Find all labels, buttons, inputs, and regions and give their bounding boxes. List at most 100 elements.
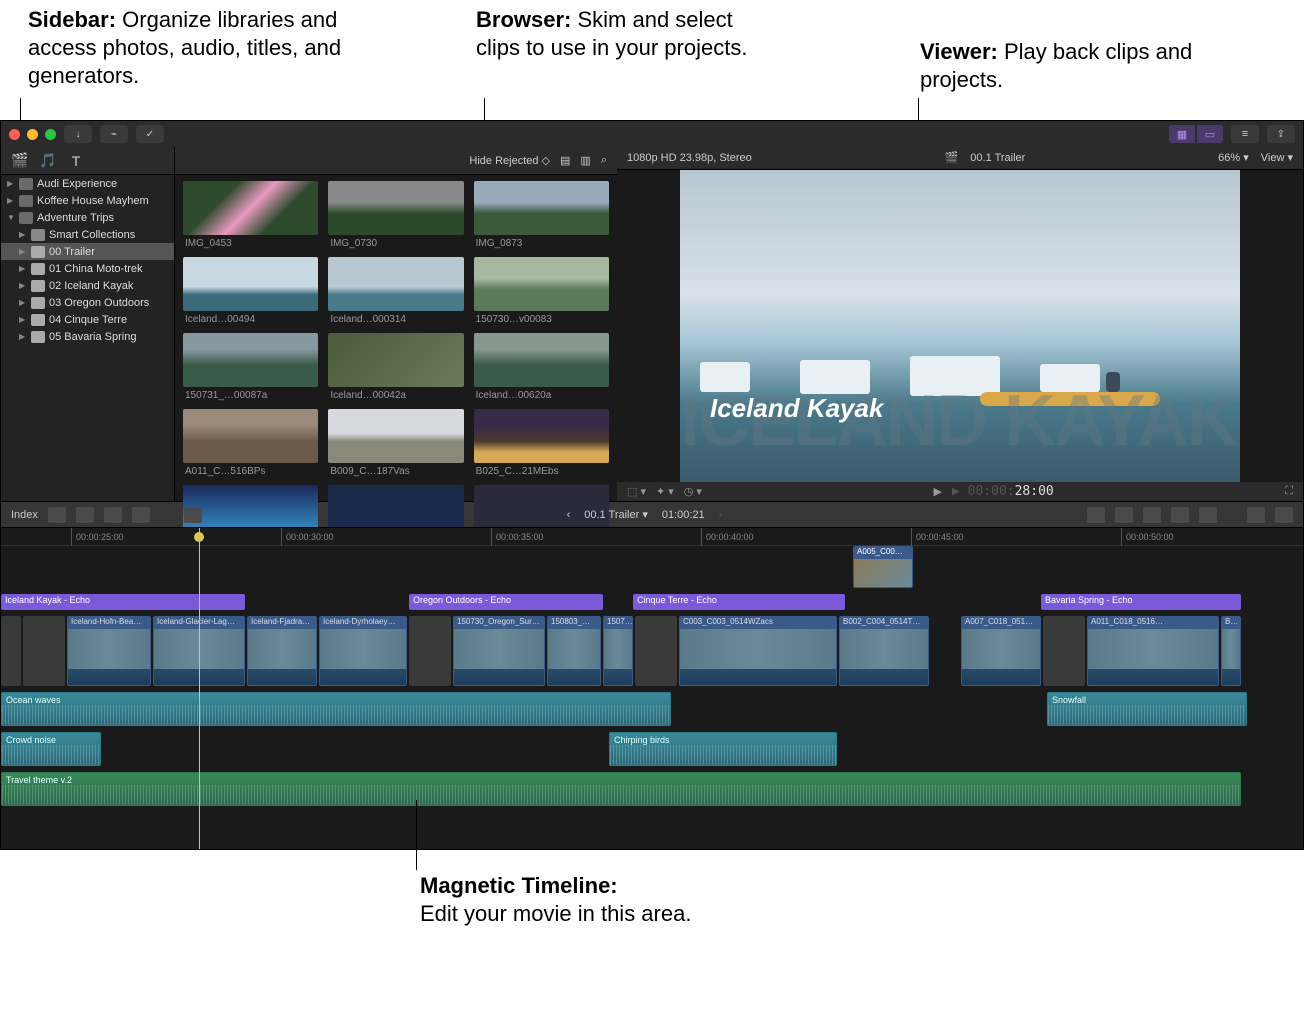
browser-clip[interactable]: Iceland…000314 xyxy=(328,257,463,325)
solo-toggle[interactable] xyxy=(1143,507,1161,523)
connected-video-clip[interactable]: A005_C00… xyxy=(853,546,913,588)
top-callouts: Sidebar: Organize libraries and access p… xyxy=(0,0,1304,120)
sidebar-item[interactable]: ▶02 Iceland Kayak xyxy=(1,277,174,294)
keyword-button[interactable]: ⌁ xyxy=(100,125,128,143)
zoom-window-button[interactable] xyxy=(45,129,56,140)
photos-audio-tab[interactable]: 🎵 xyxy=(39,152,57,170)
browser-clip[interactable]: Iceland…00494 xyxy=(183,257,318,325)
title-clip[interactable]: Iceland Kayak - Echo xyxy=(1,594,245,610)
sidebar-item[interactable]: ▼Adventure Trips xyxy=(1,209,174,226)
browser-clip[interactable]: Iceland…00620a xyxy=(474,333,609,401)
browser-toggle[interactable]: ▦ xyxy=(1169,125,1195,143)
background-tasks-button[interactable]: ✓ xyxy=(136,125,164,143)
video-clip[interactable]: B002_C004_0514T… xyxy=(839,616,929,686)
clip-appearance-button[interactable]: ▤ xyxy=(560,154,570,167)
sidebar-item[interactable]: ▶Smart Collections xyxy=(1,226,174,243)
search-icon[interactable]: ⌕ xyxy=(601,154,607,167)
gap-clip[interactable] xyxy=(409,616,451,686)
timeline-history-forward[interactable]: › xyxy=(719,509,723,521)
video-clip[interactable]: C003_C003_0514WZacs xyxy=(679,616,837,686)
ruler-mark: 00:00:40:00 xyxy=(701,528,754,546)
workspace-toggle-group: ▦ ▭ xyxy=(1169,125,1223,143)
video-clip[interactable]: 150730_Oregon_Sur… xyxy=(453,616,545,686)
timeline-index-button[interactable]: Index xyxy=(11,509,38,521)
sidebar-item[interactable]: ▶Koffee House Mayhem xyxy=(1,192,174,209)
browser-clip[interactable]: Iceland…00042a xyxy=(328,333,463,401)
timeline-history-back[interactable]: ‹ xyxy=(567,509,571,521)
video-clip[interactable]: 150803_… xyxy=(547,616,601,686)
video-clip[interactable]: Iceland-Hofn-Bea… xyxy=(67,616,151,686)
video-clip[interactable]: A007_C018_051… xyxy=(961,616,1041,686)
browser-clip[interactable]: B009_C…187Vas xyxy=(328,409,463,477)
title-clip[interactable]: Bavaria Spring - Echo xyxy=(1041,594,1241,610)
sidebar-item[interactable]: ▶00 Trailer xyxy=(1,243,174,260)
zoom-menu[interactable]: 66% ▾ xyxy=(1218,151,1249,164)
filter-menu[interactable]: Hide Rejected ◇ xyxy=(469,154,550,167)
video-clip[interactable]: A011_C018_0516… xyxy=(1087,616,1219,686)
append-button[interactable] xyxy=(104,507,122,523)
audio-clip[interactable]: Snowfall xyxy=(1047,692,1247,726)
audio-clip[interactable]: Crowd noise xyxy=(1,732,101,766)
insert-button[interactable] xyxy=(76,507,94,523)
view-menu[interactable]: View ▾ xyxy=(1261,151,1293,164)
play-button[interactable]: ▶ xyxy=(934,485,942,498)
sidebar-item[interactable]: ▶01 China Moto-trek xyxy=(1,260,174,277)
titles-generators-tab[interactable]: T xyxy=(67,152,85,170)
viewer-canvas[interactable]: ICELAND KAYAK Iceland Kayak xyxy=(617,170,1303,482)
playhead[interactable] xyxy=(199,528,200,849)
fullscreen-button[interactable]: ⛶ xyxy=(1285,485,1293,498)
title-clip[interactable]: Cinque Terre - Echo xyxy=(633,594,845,610)
skimming-toggle[interactable] xyxy=(1087,507,1105,523)
select-tool[interactable] xyxy=(184,507,202,523)
audio-clip[interactable]: Travel theme v.2 xyxy=(1,772,1241,806)
browser-clip[interactable]: IMG_0873 xyxy=(474,181,609,249)
video-clip[interactable]: B… xyxy=(1221,616,1241,686)
enhance-menu[interactable]: ✦ ▾ xyxy=(656,485,674,498)
close-window-button[interactable] xyxy=(9,129,20,140)
title-clip[interactable]: Oregon Outdoors - Echo xyxy=(409,594,603,610)
gap-clip[interactable] xyxy=(635,616,677,686)
browser-clip[interactable]: 150731_…00087a xyxy=(183,333,318,401)
effects-browser-toggle[interactable] xyxy=(1247,507,1265,523)
browser-clip[interactable]: 150730…v00083 xyxy=(474,257,609,325)
audio-skimming-toggle[interactable] xyxy=(1115,507,1133,523)
minimize-window-button[interactable] xyxy=(27,129,38,140)
video-clip[interactable]: Iceland-Dyrholaey… xyxy=(319,616,407,686)
clip-appearance[interactable] xyxy=(1199,507,1217,523)
video-clip[interactable]: 1507… xyxy=(603,616,633,686)
ruler-mark: 00:00:30:00 xyxy=(281,528,334,546)
browser-clip[interactable]: IMG_0730 xyxy=(328,181,463,249)
snapping-toggle[interactable] xyxy=(1171,507,1189,523)
overwrite-button[interactable] xyxy=(132,507,150,523)
sidebar-item[interactable]: ▶03 Oregon Outdoors xyxy=(1,294,174,311)
gap-clip[interactable] xyxy=(1,616,21,686)
inspector-toggle[interactable]: ≡ xyxy=(1231,125,1259,143)
browser-clip[interactable]: B025_C…21MEbs xyxy=(474,409,609,477)
clips-grid[interactable]: IMG_0453IMG_0730IMG_0873Iceland…00494Ice… xyxy=(175,175,617,548)
timeline-toggle[interactable]: ▭ xyxy=(1197,125,1223,143)
timeline-project-menu[interactable]: 00.1 Trailer ▾ xyxy=(584,508,648,521)
import-button[interactable]: ↓ xyxy=(64,125,92,143)
audio-track: Travel theme v.2 xyxy=(1,772,1303,808)
transitions-browser-toggle[interactable] xyxy=(1275,507,1293,523)
gap-clip[interactable] xyxy=(1043,616,1085,686)
sidebar-item[interactable]: ▶Audi Experience xyxy=(1,175,174,192)
sidebar-list: ▶Audi Experience▶Koffee House Mayhem▼Adv… xyxy=(1,175,174,345)
gap-clip[interactable] xyxy=(23,616,65,686)
audio-clip[interactable]: Ocean waves xyxy=(1,692,671,726)
retime-menu[interactable]: ◷ ▾ xyxy=(684,485,702,498)
connect-button[interactable] xyxy=(48,507,66,523)
list-view-button[interactable]: ▥ xyxy=(580,154,590,167)
timeline[interactable]: 00:00:25:0000:00:30:0000:00:35:0000:00:4… xyxy=(1,527,1303,849)
sidebar-item[interactable]: ▶05 Bavaria Spring xyxy=(1,328,174,345)
ruler-mark: 00:00:50:00 xyxy=(1121,528,1174,546)
audio-clip[interactable]: Chirping birds xyxy=(609,732,837,766)
share-button[interactable]: ⇪ xyxy=(1267,125,1295,143)
ruler-mark: 00:00:35:00 xyxy=(491,528,544,546)
video-clip[interactable]: Iceland-Fjadra… xyxy=(247,616,317,686)
browser-clip[interactable]: A011_C…516BPs xyxy=(183,409,318,477)
transform-menu[interactable]: ⬚ ▾ xyxy=(627,485,646,498)
libraries-tab[interactable]: 🎬 xyxy=(11,152,29,170)
browser-clip[interactable]: IMG_0453 xyxy=(183,181,318,249)
sidebar-item[interactable]: ▶04 Cinque Terre xyxy=(1,311,174,328)
